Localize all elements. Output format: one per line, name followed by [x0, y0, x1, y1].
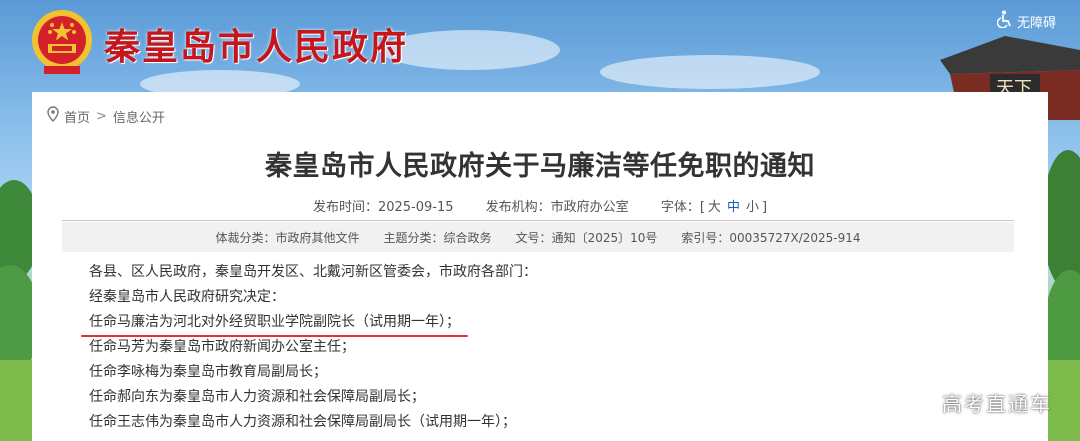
- doc-number-info: 文号：通知〔2025〕10号: [516, 229, 658, 246]
- breadcrumb-home-link[interactable]: 首页: [64, 107, 90, 126]
- font-size-bracket: [: [699, 200, 705, 215]
- body-line: 任命李咏梅为秦皇岛市教育局副局长；: [89, 364, 327, 380]
- accessibility-label: 无障碍: [1016, 15, 1056, 31]
- publisher-label: 发布机构：: [485, 200, 551, 215]
- site-header: 秦皇岛市人民政府 无障碍 天下: [0, 0, 1080, 120]
- topic-info: 主题分类：综合政务: [384, 229, 492, 246]
- index-number-value: 00035727X/2025-914: [729, 230, 861, 245]
- document-info-bar: 体裁分类：市政府其他文件 主题分类：综合政务 文号：通知〔2025〕10号 索引…: [62, 222, 1014, 252]
- watermark-text: 高考直通车: [942, 392, 1052, 416]
- meta-divider: [62, 220, 1014, 221]
- article-meta: 发布时间：2025-09-15 发布机构：市政府办公室 字体：[大中小]: [32, 196, 1048, 215]
- publish-date-value: 2025-09-15: [377, 200, 454, 215]
- publisher: 发布机构：市政府办公室: [486, 200, 629, 215]
- breadcrumb-current-link[interactable]: 信息公开: [113, 107, 165, 126]
- body-line: 各县、区人民政府，秦皇岛开发区、北戴河新区管委会，市政府各部门：: [89, 264, 537, 280]
- body-line: 经秦皇岛市人民政府研究决定：: [89, 289, 285, 305]
- article-panel: 首页 > 信息公开 秦皇岛市人民政府关于马廉洁等任免职的通知 发布时间：2025…: [32, 92, 1048, 441]
- article-title: 秦皇岛市人民政府关于马廉洁等任免职的通知: [265, 151, 815, 182]
- body-line: 任命马芳为秦皇岛市政府新闻办公室主任；: [89, 339, 355, 355]
- font-size-small-button[interactable]: 小: [746, 200, 759, 215]
- publisher-value: 市政府办公室: [550, 200, 629, 215]
- topic-label: 主题分类：: [383, 230, 444, 245]
- national-emblem-icon[interactable]: [30, 8, 94, 78]
- body-line: 任命郝向东为秦皇岛市人力资源和社会保障局副局长；: [89, 389, 425, 405]
- highlighted-line-text: 任命马廉洁为河北对外经贸职业学院副院长（试用期一年）；: [89, 314, 460, 330]
- topic-value: 综合政务: [443, 230, 492, 245]
- genre-info: 体裁分类：市政府其他文件: [215, 229, 359, 246]
- font-size-medium-button[interactable]: 中: [727, 200, 740, 215]
- article-body: 各县、区人民政府，秦皇岛开发区、北戴河新区管委会，市政府各部门： 经秦皇岛市人民…: [81, 260, 989, 435]
- doc-number-value: 通知〔2025〕10号: [551, 230, 658, 245]
- accessibility-link[interactable]: 无障碍: [996, 10, 1056, 32]
- body-line-highlighted: 任命马廉洁为河北对外经贸职业学院副院长（试用期一年）；: [81, 310, 989, 337]
- index-number-label: 索引号：: [681, 230, 730, 245]
- breadcrumb-separator: >: [96, 108, 107, 124]
- font-size-large-button[interactable]: 大: [708, 200, 721, 215]
- font-size-control: 字体：[大中小]: [661, 200, 767, 215]
- breadcrumb: 首页 > 信息公开: [46, 106, 165, 126]
- genre-label: 体裁分类：: [215, 230, 276, 245]
- font-size-bracket: ]: [761, 200, 768, 215]
- highlighted-text: 任命马廉洁为河北对外经贸职业学院副院长（试用期一年）；: [81, 310, 468, 337]
- genre-value: 市政府其他文件: [275, 230, 360, 245]
- red-underline-annotation: [81, 335, 468, 337]
- site-title[interactable]: 秦皇岛市人民政府: [104, 18, 408, 70]
- index-number-info: 索引号：00035727X/2025-914: [681, 229, 860, 246]
- publish-date: 发布时间：2025-09-15: [313, 200, 454, 215]
- location-pin-icon: [46, 106, 60, 126]
- accessibility-icon: [996, 10, 1013, 32]
- publish-date-label: 发布时间：: [312, 200, 378, 215]
- doc-number-label: 文号：: [515, 230, 552, 245]
- body-line: 任命王志伟为秦皇岛市人力资源和社会保障局副局长（试用期一年）；: [89, 414, 516, 430]
- font-size-label: 字体：: [660, 200, 700, 215]
